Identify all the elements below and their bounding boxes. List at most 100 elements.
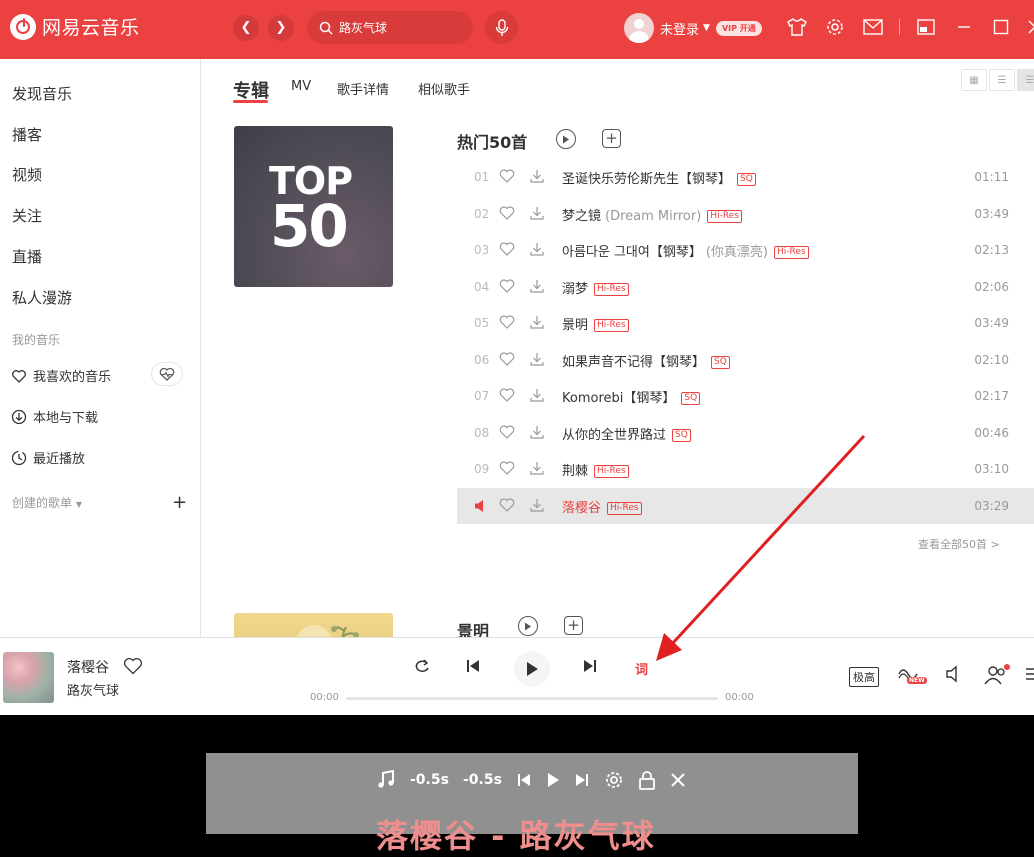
sidebar-item-live[interactable]: 直播 [12,246,42,267]
back-button[interactable]: ❮ [233,15,259,41]
grid-view-icon[interactable]: ▦ [961,69,987,91]
tab-mv[interactable]: MV [291,79,311,94]
mail-icon[interactable] [862,16,884,38]
download-icon[interactable] [529,169,545,183]
song-row[interactable]: 07 Komorebi【钢琴】 SQ 02:17 [457,378,1034,414]
song-row[interactable]: 03 아름다운 그대여【钢琴】 (你真漂亮) Hi-Res 02:13 [457,232,1034,268]
album-add-plus-icon[interactable]: + [564,616,583,635]
lyric-prev-icon[interactable] [516,772,532,788]
list-view-icon[interactable]: ☰ [989,69,1015,91]
loop-mode-icon[interactable] [413,658,431,674]
like-heart-icon[interactable] [499,498,515,512]
settings-gear-icon[interactable] [824,16,846,38]
now-playing-cover[interactable] [3,652,54,703]
volume-icon[interactable] [945,665,963,683]
caret-down-icon[interactable]: ▼ [703,23,710,33]
download-icon[interactable] [529,425,545,439]
lyric-delay-back-button[interactable]: -0.5s [410,772,449,788]
voice-search-button[interactable] [485,11,518,44]
search-box[interactable] [307,11,473,44]
avatar[interactable] [624,13,654,43]
album-play-all-button[interactable] [518,616,538,636]
download-icon[interactable] [529,498,545,512]
lyric-settings-gear-icon[interactable] [604,770,624,790]
created-playlists-header[interactable]: 创建的歌单 ▼ [12,494,82,511]
lyric-play-icon[interactable] [546,772,560,788]
detail-view-icon[interactable]: ☰ [1017,69,1034,91]
like-heart-icon[interactable] [499,461,515,475]
username[interactable]: 未登录 [660,19,699,38]
lyric-next-icon[interactable] [574,772,590,788]
previous-track-icon[interactable] [465,658,481,674]
like-heart-icon[interactable] [499,242,515,256]
mini-mode-icon[interactable] [915,16,937,38]
playlist-queue-icon[interactable] [1026,665,1034,683]
minimize-icon[interactable] [953,16,975,38]
skin-icon[interactable] [786,16,808,38]
download-icon[interactable] [529,352,545,366]
progress-bar[interactable] [346,697,718,700]
like-heart-icon[interactable] [499,279,515,293]
search-input[interactable] [339,20,459,35]
song-row[interactable]: 09 荆棘 Hi-Res 03:10 [457,451,1034,487]
now-playing-artist[interactable]: 路灰气球 [67,680,119,699]
sound-quality-button[interactable]: 极高 [849,667,879,687]
create-playlist-plus-icon[interactable]: + [172,492,187,513]
sidebar-item-recent[interactable]: 最近播放 [11,448,85,467]
play-button[interactable] [514,651,550,687]
song-row[interactable]: 08 从你的全世界路过 SQ 00:46 [457,415,1034,451]
sidebar-item-personal-fm[interactable]: 私人漫游 [12,287,72,308]
lyric-lock-icon[interactable] [638,770,656,790]
download-icon[interactable] [529,206,545,220]
top50-cover[interactable]: TOP 50 [234,126,393,287]
song-row[interactable]: 01 圣诞快乐劳伦斯先生【钢琴】 SQ 01:11 [457,159,1034,195]
add-to-playlist-plus-icon[interactable]: + [602,129,621,148]
maximize-icon[interactable] [990,16,1012,38]
like-heart-icon[interactable] [499,425,515,439]
lyric-close-icon[interactable] [670,772,686,788]
sidebar-item-label: 本地与下载 [33,411,99,426]
download-icon[interactable] [529,461,545,475]
sidebar-item-podcast[interactable]: 播客 [12,124,42,145]
notification-dot [1004,664,1010,670]
app-name: 网易云音乐 [42,17,140,39]
download-icon[interactable] [529,279,545,293]
player-bar: 落樱谷 路灰气球 词 00:00 00:00 极高 NEW [0,637,1034,715]
app-logo[interactable]: 网易云音乐 [10,13,140,40]
like-heart-icon[interactable] [499,206,515,220]
sidebar-item-discover[interactable]: 发现音乐 [12,83,72,104]
song-row[interactable]: 04 溺梦 Hi-Res 02:06 [457,269,1034,305]
like-heart-icon[interactable] [499,352,515,366]
lyric-delay-forward-button[interactable]: -0.5s [463,772,502,788]
like-heart-icon[interactable] [123,657,143,675]
song-row[interactable]: 06 如果声音不记得【钢琴】 SQ 02:10 [457,342,1034,378]
vip-badge[interactable]: VIP 开通 [715,20,762,36]
tab-similar-artists[interactable]: 相似歌手 [418,79,470,98]
user-area[interactable]: 未登录 ▼ VIP 开通 [624,13,762,43]
like-heart-icon[interactable] [499,388,515,402]
song-row-playing[interactable]: 落樱谷 Hi-Res 03:29 [457,488,1034,524]
music-note-icon[interactable] [376,770,396,790]
song-row[interactable]: 02 梦之镜 (Dream Mirror) Hi-Res 03:49 [457,196,1034,232]
heartbeat-mode-button[interactable] [151,362,183,386]
sidebar: 发现音乐 播客 视频 关注 直播 私人漫游 我的音乐 我喜欢的音乐 本地与下载 … [0,59,201,637]
sidebar-item-liked-music[interactable]: 我喜欢的音乐 [11,366,111,385]
see-all-songs-link[interactable]: 查看全部50首 > [918,536,1000,552]
forward-button[interactable]: ❯ [268,15,294,41]
album-cover-jingming[interactable] [234,613,393,637]
sidebar-item-local-download[interactable]: 本地与下载 [11,407,98,426]
tab-artist-details[interactable]: 歌手详情 [337,79,389,98]
close-icon[interactable] [1024,16,1034,38]
like-heart-icon[interactable] [499,169,515,183]
sidebar-item-video[interactable]: 视频 [12,164,42,185]
now-playing-title[interactable]: 落樱谷 [67,657,109,677]
like-heart-icon[interactable] [499,315,515,329]
next-track-icon[interactable] [582,658,598,674]
desktop-lyric-toggle[interactable]: 词 [635,659,648,678]
song-row[interactable]: 05 景明 Hi-Res 03:49 [457,305,1034,341]
download-icon[interactable] [529,242,545,256]
play-all-button[interactable] [556,129,576,149]
sidebar-item-follow[interactable]: 关注 [12,205,42,226]
download-icon[interactable] [529,388,545,402]
download-icon[interactable] [529,315,545,329]
